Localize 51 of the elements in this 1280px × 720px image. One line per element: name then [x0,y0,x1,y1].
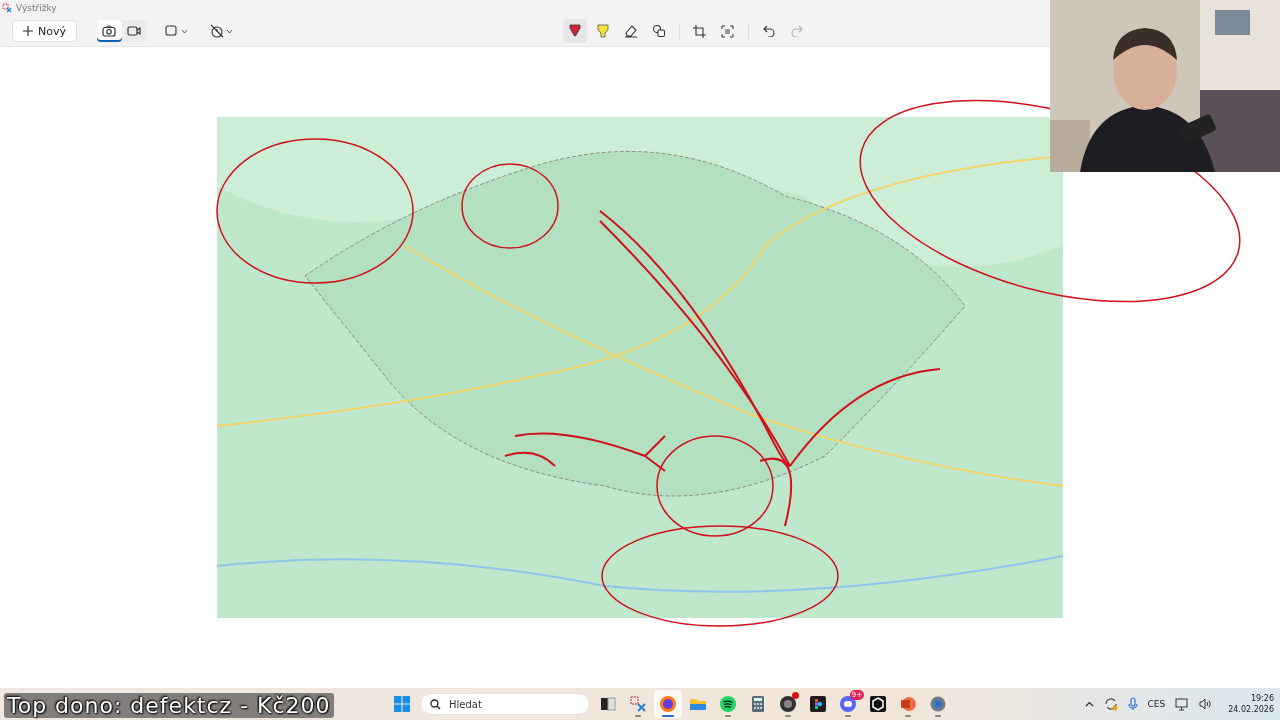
taskbar-app[interactable] [654,690,682,718]
settings-icon [929,695,947,713]
volume-icon[interactable] [1199,698,1213,710]
video-camera-icon [127,25,142,37]
running-indicator [635,715,641,717]
highlighter-icon [597,24,609,38]
chat-icon [839,695,857,713]
new-button[interactable]: Nový [12,20,77,42]
running-indicator [725,715,731,717]
scissors-icon [629,695,647,713]
chevron-down-icon [226,28,233,34]
record-icon [779,695,797,713]
language-indicator[interactable]: CES [1147,699,1166,709]
undo-icon [763,25,775,37]
redo-icon [791,25,803,37]
camera-icon [102,25,117,37]
timer-off-icon [210,24,224,38]
eraser-icon [624,24,638,38]
plus-icon [23,26,33,36]
design-app-icon [809,695,827,713]
mode-button[interactable] [97,20,122,42]
clock-time: 19:26 [1250,693,1274,704]
running-indicator [845,715,851,717]
scan-icon [721,24,735,38]
shapes-icon [652,24,666,38]
microphone-icon[interactable] [1127,697,1138,711]
running-indicator [935,715,941,717]
running-indicator [905,715,911,717]
stream-overlay-text: Top dono: defektcz - Kč200 [4,693,334,718]
window-title: Výstřižky [16,3,57,13]
task-view-icon [599,695,617,713]
tool-button[interactable] [563,19,587,43]
presentation-icon [899,695,917,713]
music-icon [719,695,737,713]
crop-icon [693,24,707,38]
sync-icon[interactable] [1103,697,1118,711]
windows-logo-icon [394,696,410,712]
calculator-icon [749,695,767,713]
clock-date: 24.02.2026 [1228,704,1274,715]
pen-icon [569,24,581,38]
app-icon [869,695,887,713]
rectangle-icon [165,25,179,37]
browser-icon [659,695,677,713]
app-icon [2,3,12,13]
running-indicator [785,715,791,717]
network-icon[interactable] [1175,697,1190,711]
chevron-down-icon [181,28,188,34]
chevron-up-icon[interactable] [1084,701,1094,707]
running-indicator [662,715,674,717]
search-field[interactable]: Hledat [420,693,590,715]
alert-dot [792,692,799,699]
